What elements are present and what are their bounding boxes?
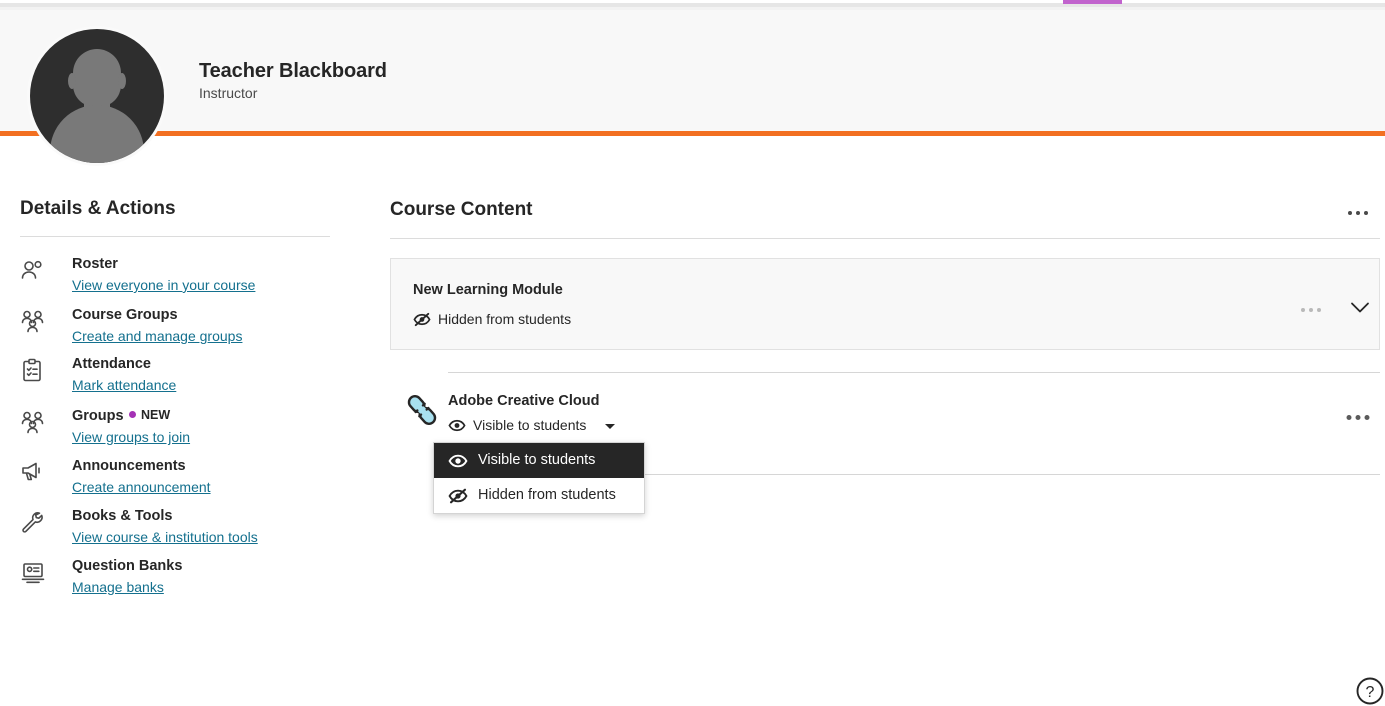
sidebar-item-link[interactable]: View everyone in your course (72, 277, 255, 293)
page-title: Course Content (390, 199, 533, 220)
help-question-icon[interactable]: ? (1355, 676, 1385, 706)
new-dot-icon (129, 411, 136, 418)
content-item-more-options-dots (1345, 407, 1372, 425)
module-visibility: Hidden from students (413, 311, 571, 327)
menu-item-hidden-from-students[interactable]: Hidden from students (434, 478, 644, 513)
module-more-options-dots (1299, 299, 1323, 317)
sidebar-item-link[interactable]: View groups to join (72, 429, 190, 445)
sidebar-item-label: Course Groups (72, 307, 178, 323)
content-item-title: Adobe Creative Cloud (448, 393, 600, 409)
module-visibility-label: Hidden from students (438, 311, 572, 327)
content-title-divider (390, 238, 1380, 239)
menu-item-label: Visible to students (478, 452, 596, 469)
visibility-dropdown-menu[interactable]: Visible to students Hidden from students (433, 442, 645, 514)
eye-slash-icon (448, 488, 468, 504)
content-item-more-options-icon[interactable] (1344, 404, 1372, 428)
eye-slash-icon (413, 312, 431, 327)
sidebar-title: Details & Actions (20, 198, 176, 219)
sidebar-item-link[interactable]: Manage banks (72, 579, 164, 595)
more-options-icon[interactable] (1344, 201, 1372, 221)
avatar-ear-left (68, 73, 76, 89)
content-item-visibility-button[interactable]: Visible to students (448, 417, 586, 433)
more-options-dots (1346, 202, 1370, 220)
sidebar-item-link[interactable]: View course & institution tools (72, 529, 258, 545)
avatar-ear-right (118, 73, 126, 89)
sidebar-divider (20, 236, 330, 237)
module-title: New Learning Module (413, 282, 563, 298)
chevron-down-icon[interactable] (1345, 292, 1375, 322)
eye-icon (448, 418, 466, 433)
status-badge: NEW (129, 408, 170, 422)
sidebar-item-link[interactable]: Mark attendance (72, 377, 176, 393)
sidebar-item-link[interactable]: Create and manage groups (72, 328, 242, 344)
profile-role: Instructor (199, 85, 258, 101)
groups-icon (20, 410, 46, 436)
sidebar-item-label: Announcements (72, 458, 186, 474)
sidebar-item-label: Attendance (72, 356, 151, 372)
module-more-options-icon[interactable] (1297, 296, 1325, 320)
profile-name: Teacher Blackboard (199, 60, 387, 82)
question-bank-icon (20, 560, 46, 586)
course-groups-icon (20, 309, 46, 335)
avatar-disc (30, 29, 164, 163)
new-badge-label: NEW (141, 408, 171, 422)
learning-module-card[interactable]: New Learning Module Hidden from students (390, 258, 1380, 350)
sidebar-item-link[interactable]: Create announcement (72, 479, 211, 495)
content-item-divider-top (448, 372, 1380, 373)
sidebar-item-label: Books & Tools (72, 508, 173, 524)
avatar (27, 26, 167, 166)
content-item-visibility-label: Visible to students (473, 417, 587, 433)
menu-item-visible-to-students[interactable]: Visible to students (434, 443, 644, 478)
roster-people-icon (20, 258, 46, 284)
caret-down-icon[interactable] (605, 424, 615, 429)
svg-text:?: ? (1366, 684, 1375, 701)
sidebar-item-label: Groups (72, 408, 124, 424)
eye-icon (448, 453, 468, 469)
sidebar-item-label: Roster (72, 256, 118, 272)
details-and-actions-sidebar: Details & Actions Roster View everyone i… (0, 136, 360, 695)
attendance-clipboard-icon (20, 358, 46, 384)
browser-top-strip (0, 0, 1385, 10)
menu-item-label: Hidden from students (478, 487, 616, 504)
link-chain-icon (402, 390, 442, 430)
megaphone-icon (20, 460, 46, 486)
wrench-icon (20, 510, 46, 536)
sidebar-item-label: Question Banks (72, 558, 183, 574)
avatar-body (50, 105, 144, 163)
active-tab-indicator[interactable] (1063, 0, 1122, 4)
